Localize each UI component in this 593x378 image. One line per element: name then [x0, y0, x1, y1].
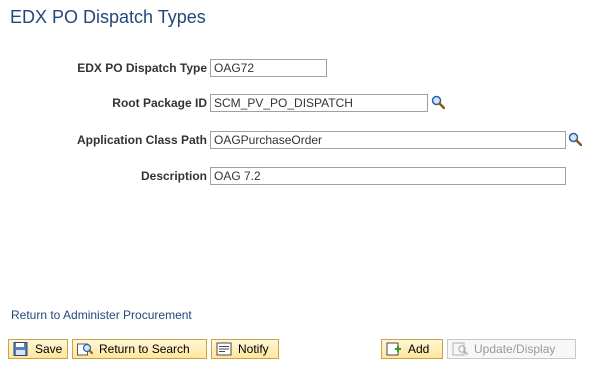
update-display-button[interactable]: Update/Display — [447, 339, 576, 359]
magnifier-icon[interactable] — [431, 95, 445, 109]
magnifier-icon[interactable] — [568, 132, 582, 146]
floppy-disk-icon — [13, 342, 28, 356]
notify-button[interactable]: Notify — [211, 339, 279, 359]
add-button-label: Add — [408, 342, 430, 356]
update-display-button-label: Update/Display — [474, 342, 556, 356]
description-field[interactable]: OAG 7.2 — [210, 167, 566, 185]
notify-icon — [216, 342, 232, 356]
search-return-icon — [77, 343, 93, 356]
save-button-label: Save — [35, 342, 63, 356]
update-display-icon — [452, 342, 468, 356]
return-to-search-button[interactable]: Return to Search — [72, 339, 207, 359]
page-title: EDX PO Dispatch Types — [10, 7, 206, 27]
dispatch-type-label: EDX PO Dispatch Type — [77, 61, 207, 75]
description-label: Description — [140, 169, 207, 183]
return-to-administer-procurement-link[interactable]: Return to Administer Procurement — [11, 308, 192, 322]
root-package-id-label: Root Package ID — [112, 96, 207, 110]
app-class-path-field[interactable]: OAGPurchaseOrder — [210, 131, 566, 149]
add-icon — [386, 342, 401, 356]
return-to-search-button-label: Return to Search — [99, 342, 190, 356]
add-button[interactable]: Add — [381, 339, 443, 359]
notify-button-label: Notify — [238, 342, 269, 356]
root-package-id-field[interactable]: SCM_PV_PO_DISPATCH — [210, 94, 428, 112]
save-button[interactable]: Save — [8, 339, 68, 359]
dispatch-type-field[interactable]: OAG72 — [210, 59, 327, 77]
app-class-path-label: Application Class Path — [76, 133, 207, 147]
page: EDX PO Dispatch Types EDX PO Dispatch Ty… — [0, 0, 593, 378]
